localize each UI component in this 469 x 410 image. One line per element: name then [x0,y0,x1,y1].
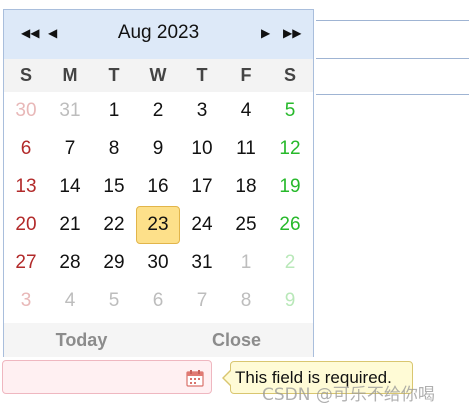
weekday-label: T [108,65,120,85]
calendar-day[interactable]: 9 [136,130,180,168]
calendar-day[interactable]: 7 [180,282,224,320]
page: ◀◀ ◀ Aug 2023 ▶ ▶▶ S M T W T F S 30 31 1… [0,0,469,410]
weekday-label: F [240,65,252,85]
calendar-day[interactable]: 14 [48,168,92,206]
calendar-day[interactable]: 6 [4,130,48,168]
calendar-day[interactable]: 4 [224,92,268,130]
calendar-day[interactable]: 29 [92,244,136,282]
calendar-header: ◀◀ ◀ Aug 2023 ▶ ▶▶ [4,10,313,59]
calendar-day[interactable]: 1 [224,244,268,282]
calendar-day[interactable]: 31 [48,92,92,130]
calendar-day[interactable]: 3 [180,92,224,130]
calendar-day[interactable]: 19 [268,168,312,206]
form-line [316,20,469,21]
calendar-day[interactable]: 21 [48,206,92,244]
calendar-popup: ◀◀ ◀ Aug 2023 ▶ ▶▶ S M T W T F S 30 31 1… [3,9,314,357]
date-input[interactable] [2,360,212,394]
calendar-day[interactable]: 24 [180,206,224,244]
close-button[interactable]: Close [159,323,314,357]
weekday-header-row: S M T W T F S [4,59,313,92]
calendar-day[interactable]: 25 [224,206,268,244]
calendar-day[interactable]: 3 [4,282,48,320]
calendar-day[interactable]: 12 [268,130,312,168]
calendar-day[interactable]: 5 [268,92,312,130]
calendar-day[interactable]: 6 [136,282,180,320]
calendar-day[interactable]: 8 [224,282,268,320]
calendar-day-selected[interactable]: 23 [136,206,180,244]
calendar-day[interactable]: 1 [92,92,136,130]
tooltip-arrow-inner [224,370,232,386]
form-line [316,58,469,59]
weekday-label: M [62,65,78,85]
calendar-day[interactable]: 2 [268,244,312,282]
weekday-label: S [283,65,296,85]
calendar-day[interactable]: 20 [4,206,48,244]
calendar-day[interactable]: 4 [48,282,92,320]
next-year-icon[interactable]: ▶▶ [283,26,301,40]
calendar-icon[interactable] [186,369,204,387]
today-button[interactable]: Today [4,323,159,357]
calendar-day[interactable]: 11 [224,130,268,168]
calendar-day[interactable]: 30 [136,244,180,282]
calendar-footer: Today Close [4,323,313,357]
calendar-day[interactable]: 13 [4,168,48,206]
weekday-label: W [149,65,167,85]
calendar-day[interactable]: 15 [92,168,136,206]
calendar-day[interactable]: 16 [136,168,180,206]
calendar-day[interactable]: 5 [92,282,136,320]
watermark: CSDN @可乐不给你喝 [262,385,435,405]
calendar-day[interactable]: 27 [4,244,48,282]
calendar-day[interactable]: 9 [268,282,312,320]
next-month-icon[interactable]: ▶ [261,26,270,40]
calendar-day[interactable]: 8 [92,130,136,168]
weekday-label: T [196,65,208,85]
calendar-day[interactable]: 28 [48,244,92,282]
calendar-day[interactable]: 22 [92,206,136,244]
calendar-day[interactable]: 31 [180,244,224,282]
weekday-label: S [19,65,32,85]
calendar-day[interactable]: 10 [180,130,224,168]
form-line [316,94,469,95]
calendar-day[interactable]: 26 [268,206,312,244]
calendar-day[interactable]: 2 [136,92,180,130]
calendar-day[interactable]: 7 [48,130,92,168]
calendar-day[interactable]: 30 [4,92,48,130]
calendar-day[interactable]: 18 [224,168,268,206]
calendar-day[interactable]: 17 [180,168,224,206]
